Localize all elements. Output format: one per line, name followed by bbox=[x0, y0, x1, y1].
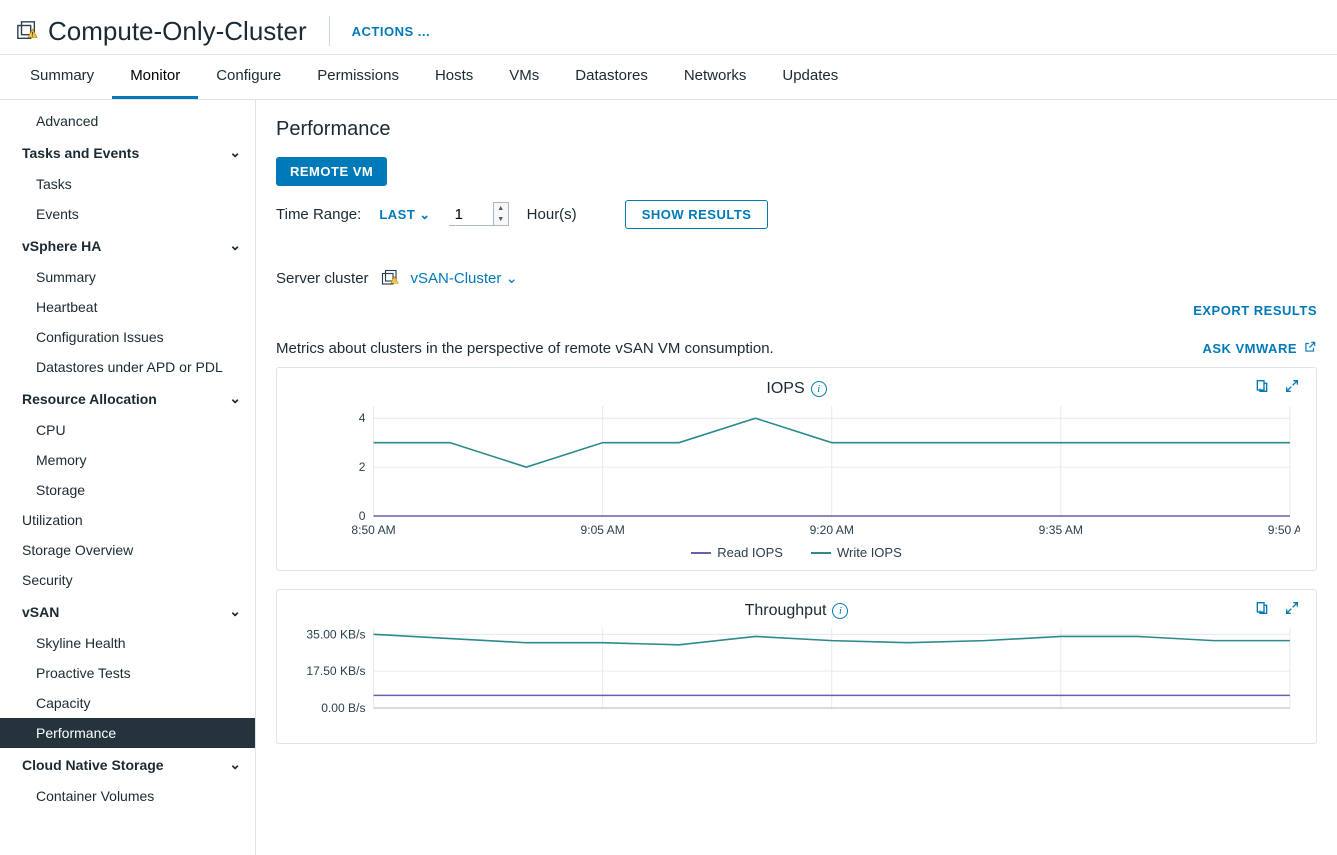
chart-iops: IOPS i 0 2 4 8:50 AM 9:05 AM 9:20 AM 9:35 AM 9:5… bbox=[276, 367, 1317, 571]
sidebar-group-tasks-and-events[interactable]: Tasks and Events⌄ bbox=[0, 136, 255, 169]
sidebar-item-summary[interactable]: Summary bbox=[0, 262, 255, 292]
info-icon[interactable]: i bbox=[832, 603, 848, 619]
legend-item: Read IOPS bbox=[691, 545, 783, 560]
sidebar-group-cloud-native-storage[interactable]: Cloud Native Storage⌄ bbox=[0, 748, 255, 781]
svg-text:9:35 AM: 9:35 AM bbox=[1039, 523, 1083, 537]
sidebar-item-security[interactable]: Security bbox=[0, 565, 255, 595]
spinner-up-icon[interactable]: ▲ bbox=[494, 203, 508, 214]
time-range-mode-select[interactable]: LAST ⌄ bbox=[379, 207, 430, 223]
tab-datastores[interactable]: Datastores bbox=[557, 55, 666, 99]
server-cluster-select[interactable]: vSAN-Cluster ⌄ bbox=[411, 269, 518, 287]
main-content: Performance REMOTE VM Time Range: LAST ⌄… bbox=[256, 100, 1337, 855]
page-header: Compute-Only-Cluster ACTIONS ... bbox=[0, 0, 1337, 55]
tab-configure[interactable]: Configure bbox=[198, 55, 299, 99]
page-title: Compute-Only-Cluster bbox=[48, 16, 307, 47]
main-tabs: SummaryMonitorConfigurePermissionsHostsV… bbox=[0, 55, 1337, 100]
chevron-down-icon: ⌄ bbox=[229, 237, 241, 254]
server-cluster-row: Server cluster vSAN-Cluster ⌄ bbox=[276, 269, 1317, 287]
chart-title: Throughput i bbox=[293, 602, 1300, 620]
spinner-down-icon[interactable]: ▼ bbox=[494, 214, 508, 225]
sidebar-item-tasks[interactable]: Tasks bbox=[0, 169, 255, 199]
info-icon[interactable]: i bbox=[811, 381, 827, 397]
svg-text:9:05 AM: 9:05 AM bbox=[580, 523, 624, 537]
server-cluster-label: Server cluster bbox=[276, 270, 369, 287]
svg-text:8:50 AM: 8:50 AM bbox=[351, 523, 395, 537]
sidebar-item-utilization[interactable]: Utilization bbox=[0, 505, 255, 535]
show-results-button[interactable]: SHOW RESULTS bbox=[625, 200, 769, 229]
svg-text:2: 2 bbox=[359, 460, 366, 474]
sidebar-group-vsan[interactable]: vSAN⌄ bbox=[0, 595, 255, 628]
chevron-down-icon: ⌄ bbox=[419, 207, 430, 223]
chevron-down-icon: ⌄ bbox=[505, 269, 518, 287]
metrics-description: Metrics about clusters in the perspectiv… bbox=[276, 340, 774, 357]
svg-text:0: 0 bbox=[359, 509, 366, 523]
legend-item: Write IOPS bbox=[811, 545, 902, 560]
svg-text:9:20 AM: 9:20 AM bbox=[810, 523, 854, 537]
svg-text:0.00 B/s: 0.00 B/s bbox=[321, 701, 365, 715]
tab-updates[interactable]: Updates bbox=[764, 55, 856, 99]
chart-svg: 0.00 B/s 17.50 KB/s 35.00 KB/s bbox=[293, 620, 1300, 730]
hours-unit-label: Hour(s) bbox=[527, 206, 577, 223]
chart-throughput: Throughput i 0.00 B/s 17.50 KB/s 35.00 KB/s bbox=[276, 589, 1317, 744]
chevron-down-icon: ⌄ bbox=[229, 603, 241, 620]
sidebar-item-events[interactable]: Events bbox=[0, 199, 255, 229]
sidebar: AdvancedTasks and Events⌄TasksEventsvSph… bbox=[0, 100, 256, 855]
sidebar-item-storage-overview[interactable]: Storage Overview bbox=[0, 535, 255, 565]
content-title: Performance bbox=[276, 118, 1317, 141]
chevron-down-icon: ⌄ bbox=[229, 756, 241, 773]
chart-title: IOPS i bbox=[293, 380, 1300, 398]
chevron-down-icon: ⌄ bbox=[229, 390, 241, 407]
sidebar-item-advanced[interactable]: Advanced bbox=[0, 106, 255, 136]
sidebar-item-heartbeat[interactable]: Heartbeat bbox=[0, 292, 255, 322]
divider bbox=[329, 16, 330, 46]
svg-text:35.00 KB/s: 35.00 KB/s bbox=[306, 627, 365, 641]
ask-vmware-link[interactable]: ASK VMWARE bbox=[1202, 340, 1317, 357]
external-link-icon bbox=[1303, 340, 1317, 357]
hours-spinner[interactable]: ▲▼ bbox=[493, 202, 509, 226]
chart-legend: Read IOPS Write IOPS bbox=[293, 545, 1300, 560]
sidebar-item-datastores-under-apd-or-pdl[interactable]: Datastores under APD or PDL bbox=[0, 352, 255, 382]
svg-text:4: 4 bbox=[359, 411, 366, 425]
sidebar-group-resource-allocation[interactable]: Resource Allocation⌄ bbox=[0, 382, 255, 415]
sidebar-group-vsphere-ha[interactable]: vSphere HA⌄ bbox=[0, 229, 255, 262]
sidebar-item-configuration-issues[interactable]: Configuration Issues bbox=[0, 322, 255, 352]
cluster-warning-icon bbox=[381, 269, 399, 287]
tab-networks[interactable]: Networks bbox=[666, 55, 765, 99]
tab-monitor[interactable]: Monitor bbox=[112, 55, 198, 99]
sidebar-item-container-volumes[interactable]: Container Volumes bbox=[0, 781, 255, 811]
tab-permissions[interactable]: Permissions bbox=[299, 55, 417, 99]
sidebar-item-cpu[interactable]: CPU bbox=[0, 415, 255, 445]
chevron-down-icon: ⌄ bbox=[229, 144, 241, 161]
time-range-controls: Time Range: LAST ⌄ ▲▼ Hour(s) SHOW RESUL… bbox=[276, 200, 1317, 229]
sidebar-item-skyline-health[interactable]: Skyline Health bbox=[0, 628, 255, 658]
svg-text:17.50 KB/s: 17.50 KB/s bbox=[306, 664, 365, 678]
sidebar-item-proactive-tests[interactable]: Proactive Tests bbox=[0, 658, 255, 688]
chart-svg: 0 2 4 8:50 AM 9:05 AM 9:20 AM 9:35 AM 9:50 AM bbox=[293, 398, 1300, 538]
hours-input-wrap: ▲▼ bbox=[449, 204, 509, 226]
actions-menu[interactable]: ACTIONS ... bbox=[352, 24, 430, 39]
sidebar-item-performance[interactable]: Performance bbox=[0, 718, 255, 748]
sidebar-item-capacity[interactable]: Capacity bbox=[0, 688, 255, 718]
cluster-warning-icon bbox=[16, 20, 38, 42]
tab-summary[interactable]: Summary bbox=[12, 55, 112, 99]
remote-vm-button[interactable]: REMOTE VM bbox=[276, 157, 387, 186]
tab-vms[interactable]: VMs bbox=[491, 55, 557, 99]
export-results-link[interactable]: EXPORT RESULTS bbox=[1193, 303, 1317, 318]
sidebar-item-memory[interactable]: Memory bbox=[0, 445, 255, 475]
tab-hosts[interactable]: Hosts bbox=[417, 55, 491, 99]
time-range-label: Time Range: bbox=[276, 206, 361, 223]
sidebar-item-storage[interactable]: Storage bbox=[0, 475, 255, 505]
svg-text:9:50 AM: 9:50 AM bbox=[1268, 523, 1300, 537]
